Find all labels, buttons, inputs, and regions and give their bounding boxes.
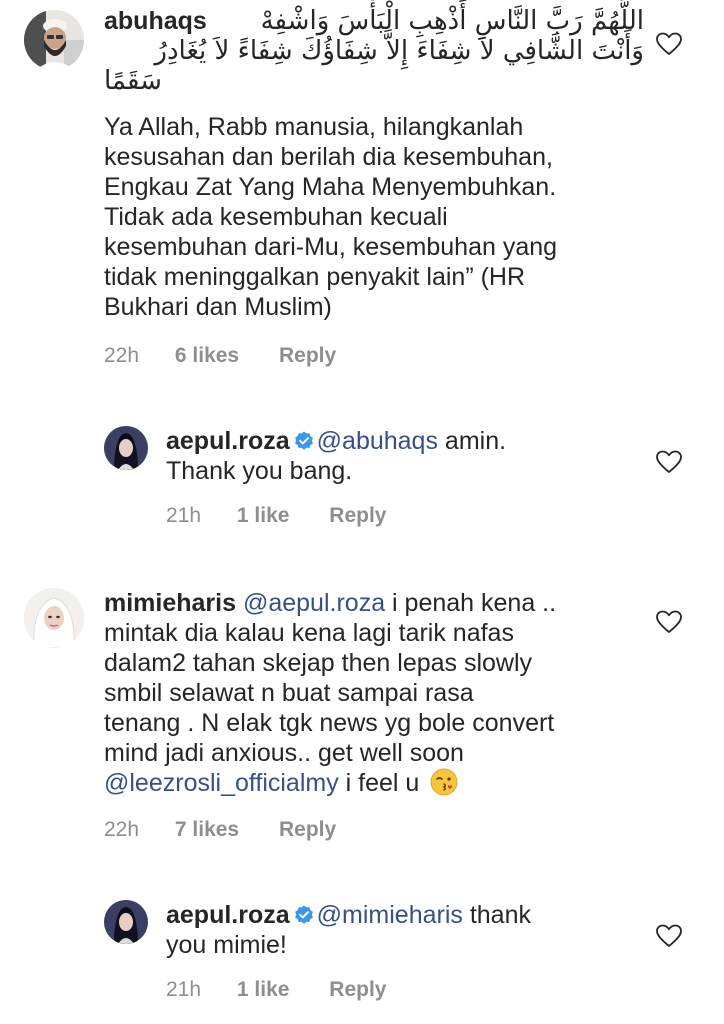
reply-aepul-roza-1: aepul.roza @abuhaqs amin. Thank you bang.… <box>0 400 724 540</box>
username[interactable]: abuhaqs <box>104 6 207 36</box>
arabic-text-line-3: سَقَمًا <box>104 66 162 96</box>
reply-button[interactable]: Reply <box>279 344 336 368</box>
verified-badge-icon <box>294 431 313 450</box>
avatar-aepul-roza[interactable] <box>104 426 148 470</box>
text-line: tidak meninggalkan penyakit lain” (HR <box>104 263 526 291</box>
avatar-mimieharis-image <box>24 588 84 648</box>
verified-badge-icon <box>294 905 313 924</box>
comment-abuhaqs: abuhaqs اللَّهُمَّ رَبَّ النَّاسِ أَذْهِ… <box>0 0 724 380</box>
text-fragment: amin. <box>437 427 507 455</box>
timestamp: 22h <box>104 818 140 841</box>
text-line: Tidak ada kesembuhan kecuali <box>104 203 448 231</box>
likes-count[interactable]: 1 like <box>237 504 290 528</box>
avatar-aepul-roza-image <box>104 900 148 944</box>
heart-icon[interactable] <box>656 610 682 634</box>
timestamp: 21h <box>166 504 202 527</box>
reply-body: aepul.roza @abuhaqs amin. Thank you bang. <box>166 426 646 486</box>
face-blowing-a-kiss-icon <box>430 768 458 796</box>
avatar-aepul-roza-image <box>104 426 148 470</box>
username[interactable]: aepul.roza <box>166 427 290 455</box>
arabic-text-line-2: وَأَنْتَ الشَّافِي لاَ شِفَاءَ إِلاَّ شِ… <box>154 36 644 66</box>
timestamp: 21h <box>166 978 202 1001</box>
text-line: Ya Allah, Rabb manusia, hilangkanlah <box>104 113 524 141</box>
reply-button[interactable]: Reply <box>279 818 336 842</box>
heart-icon[interactable] <box>656 450 682 474</box>
mention-link[interactable]: @aepul.roza <box>243 589 385 617</box>
avatar-abuhaqs[interactable] <box>24 10 84 70</box>
reply-aepul-roza-2: aepul.roza @mimieharis thank you mimie! 2… <box>0 874 724 1024</box>
comment-body: abuhaqs اللَّهُمَّ رَبَّ النَّاسِ أَذْهِ… <box>104 6 644 96</box>
comment-meta: 22h 7 likes Reply <box>104 818 336 842</box>
arabic-text-line-1: اللَّهُمَّ رَبَّ النَّاسِ أَذْهِبِ الْبَ… <box>260 6 644 36</box>
text-line: kesusahan dan berilah dia kesembuhan, <box>104 143 553 171</box>
text-line: you mimie! <box>166 931 287 959</box>
avatar-mimieharis[interactable] <box>24 588 84 648</box>
first-line: abuhaqs اللَّهُمَّ رَبَّ النَّاسِ أَذْهِ… <box>104 6 644 36</box>
comment-translation: Ya Allah, Rabb manusia, hilangkanlah kes… <box>104 112 664 322</box>
heart-icon[interactable] <box>656 32 682 56</box>
username[interactable]: mimieharis <box>104 589 236 617</box>
text-fragment: i penah kena .. <box>385 589 557 617</box>
timestamp: 22h <box>104 344 140 367</box>
text-fragment: thank <box>462 901 531 929</box>
mention-link[interactable]: @mimieharis <box>317 901 463 929</box>
text-line: tenang . N elak tgk news yg bole convert <box>104 709 555 737</box>
mention-link[interactable]: @abuhaqs <box>317 427 438 455</box>
text-line: dalam2 tahan skejap then lepas slowly <box>104 649 533 677</box>
comment-mimieharis: mimieharis @aepul.roza i penah kena .. m… <box>0 570 724 860</box>
text-line: mintak dia kalau kena lagi tarik nafas <box>104 619 514 647</box>
text-line: mind jadi anxious.. get well soon <box>104 739 464 767</box>
last-line: @leezrosli_officialmy i feel u <box>104 768 664 798</box>
heart-icon[interactable] <box>656 924 682 948</box>
first-line: aepul.roza @abuhaqs amin. <box>166 426 646 456</box>
reply-body: aepul.roza @mimieharis thank you mimie! <box>166 900 646 960</box>
avatar-abuhaqs-image <box>24 10 84 70</box>
reply-meta: 21h 1 like Reply <box>166 504 386 528</box>
reply-button[interactable]: Reply <box>329 504 386 528</box>
likes-count[interactable]: 1 like <box>237 978 290 1002</box>
likes-count[interactable]: 7 likes <box>175 818 239 842</box>
text-line: Engkau Zat Yang Maha Menyembuhkan. <box>104 173 557 201</box>
text-fragment: i feel u <box>338 769 420 797</box>
reply-meta: 21h 1 like Reply <box>166 978 386 1002</box>
reply-button[interactable]: Reply <box>329 978 386 1002</box>
text-line: smbil selawat n buat sampai rasa <box>104 679 474 707</box>
username[interactable]: aepul.roza <box>166 901 290 929</box>
first-line: aepul.roza @mimieharis thank <box>166 900 646 930</box>
first-line: mimieharis @aepul.roza i penah kena .. <box>104 588 664 618</box>
comment-meta: 22h 6 likes Reply <box>104 344 336 368</box>
comment-body: mimieharis @aepul.roza i penah kena .. m… <box>104 588 664 798</box>
text-line: kesembuhan dari-Mu, kesembuhan yang <box>104 233 558 261</box>
text-line: Bukhari dan Muslim) <box>104 293 332 321</box>
likes-count[interactable]: 6 likes <box>175 344 239 368</box>
text-line: Thank you bang. <box>166 457 353 485</box>
mention-link[interactable]: @leezrosli_officialmy <box>104 769 339 797</box>
avatar-aepul-roza[interactable] <box>104 900 148 944</box>
